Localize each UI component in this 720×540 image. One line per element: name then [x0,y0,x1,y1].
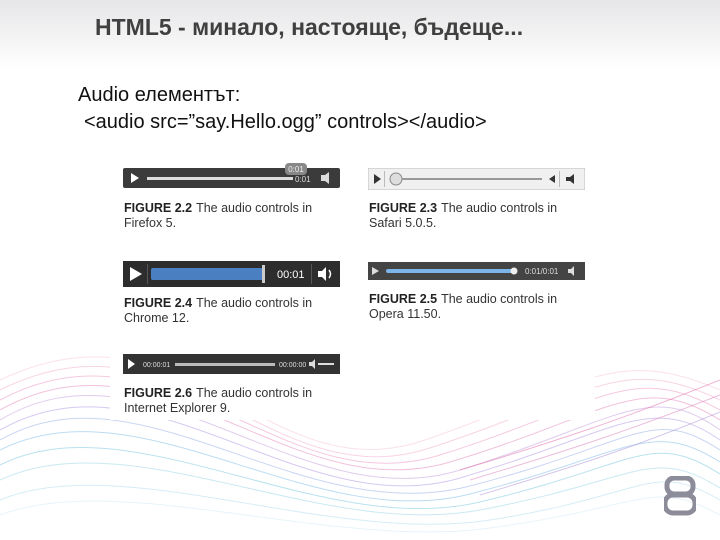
chrome-audio-player: 00:01 [123,261,340,287]
time-readout: 00:01 [277,269,305,281]
slide-title: HTML5 - минало, настояще, бъдеще... [95,14,524,40]
tooltip-time: 0:01 [288,165,304,174]
elapsed-time: 00:00:01 [143,362,170,369]
screenshot-panel: 0:01 0:01 FIGURE 2.2 The audio controls i… [110,150,595,420]
figure-caption: FIGURE 2.3 The audio controls in Safari 5… [369,201,558,230]
firefox-audio-player: 0:01 0:01 [123,163,340,188]
total-time: 00:00:00 [279,362,306,369]
time-readout: 0:01/0:01 [525,267,559,276]
time-readout: 0:01 [295,175,311,184]
body-text-code: <audio src=”say.Hello.ogg” controls></au… [84,111,487,133]
figure-caption: FIGURE 2.6 The audio controls in Internet… [124,386,313,415]
safari-audio-player [368,168,585,190]
body-text-heading: Audio елементът: [78,84,241,106]
page-number: 8 [680,505,681,507]
ie-audio-player: 00:00:01 00:00:00 [123,354,340,374]
figure-caption: FIGURE 2.2 The audio controls in Firefox … [124,201,313,230]
opera-audio-player: 0:01/0:01 [368,262,585,280]
slide-number-logo: 8 [664,476,696,516]
figure-caption: FIGURE 2.4 The audio controls in Chrome 1… [124,296,313,325]
figure-caption: FIGURE 2.5 The audio controls in Opera 11… [369,292,558,321]
